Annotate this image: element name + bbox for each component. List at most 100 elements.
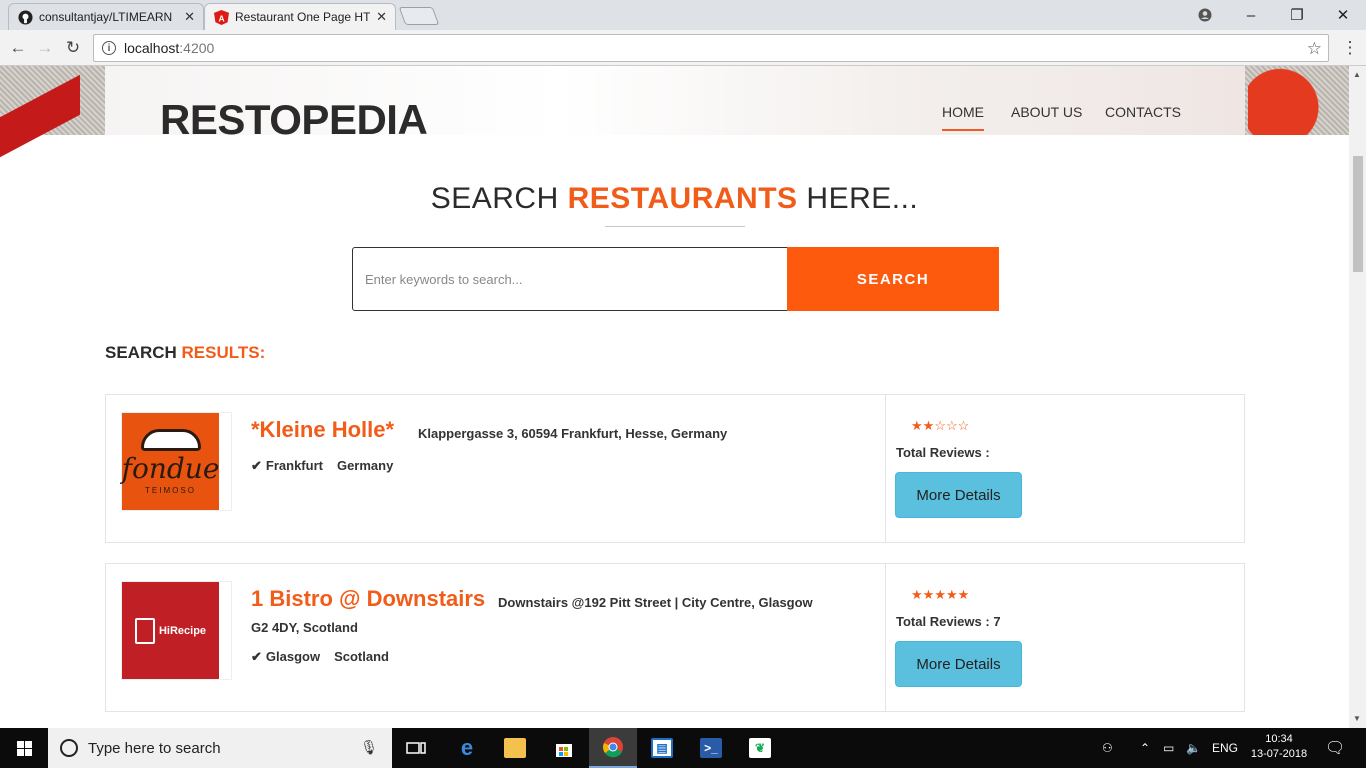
task-view-icon[interactable] (392, 728, 440, 768)
restaurant-card: fondue TEIMOSO *Kleine Holle* Klappergas… (105, 394, 1245, 543)
file-explorer-icon[interactable] (491, 728, 539, 768)
restaurant-logo[interactable]: HiRecipe (121, 581, 232, 680)
browser-tabstrip: consultantjay/LTIMEARN ✕ A Restaurant On… (0, 0, 1366, 30)
brand-logo[interactable]: RESTOPEDIA (160, 96, 428, 144)
search-title-pre: SEARCH (430, 182, 559, 215)
edge-icon[interactable]: e (443, 728, 491, 768)
rating-stars: ★★☆☆☆ (911, 418, 969, 434)
restaurant-logo[interactable]: fondue TEIMOSO (121, 412, 232, 511)
page-scrollbar[interactable]: ▲ ▼ (1349, 66, 1366, 728)
more-details-button[interactable]: More Details (895, 472, 1022, 518)
chef-hat-icon (140, 428, 201, 451)
more-details-button[interactable]: More Details (895, 641, 1022, 687)
total-reviews-count: 7 (993, 614, 1001, 629)
language-indicator[interactable]: ENG (1212, 728, 1238, 768)
network-icon[interactable]: ▭ (1163, 728, 1174, 768)
cortana-icon (60, 739, 78, 757)
mongodb-icon[interactable]: ❦ (736, 728, 784, 768)
fondue-logo: fondue TEIMOSO (122, 413, 219, 510)
nav-about-us[interactable]: ABOUT US (1011, 104, 1082, 120)
clock-date: 13-07-2018 (1250, 748, 1308, 760)
results-heading-pre: SEARCH (105, 343, 177, 362)
restaurant-location: ✔ Frankfurt Germany (251, 458, 393, 474)
bookmark-star-icon[interactable]: ☆ (1307, 39, 1322, 59)
store-icon[interactable] (540, 728, 588, 768)
start-button[interactable] (0, 728, 48, 768)
site-info-icon[interactable]: i (102, 41, 116, 55)
windows-logo-icon (16, 740, 32, 756)
powershell-icon[interactable]: >_ (687, 728, 735, 768)
taskbar-clock[interactable]: 10:34 13-07-2018 (1246, 732, 1312, 762)
tab-close-icon[interactable]: ✕ (184, 9, 195, 25)
restaurant-location: ✔ Glasgow Scotland (251, 649, 389, 665)
restaurant-address: Downstairs @192 Pitt Street | City Centr… (498, 595, 813, 610)
search-title-highlight: RESTAURANTS (567, 182, 798, 215)
back-icon[interactable]: ← (6, 36, 30, 60)
restaurant-country: Germany (336, 458, 394, 473)
total-reviews-label: Total Reviews : (896, 445, 990, 460)
volume-icon[interactable]: 🔈 (1186, 728, 1201, 768)
restaurant-name[interactable]: 1 Bistro @ Downstairs (251, 586, 485, 612)
nav-home[interactable]: HOME (942, 104, 984, 131)
profile-icon[interactable] (1182, 0, 1228, 30)
new-tab-button[interactable] (398, 7, 440, 25)
app-window-icon[interactable]: ▤ (638, 728, 686, 768)
microphone-icon[interactable]: 🎙 (360, 739, 378, 756)
star-filled-icon: ★ (922, 418, 935, 433)
browser-tab-github[interactable]: consultantjay/LTIMEARN ✕ (8, 3, 204, 30)
restaurant-name[interactable]: *Kleine Holle* (251, 417, 394, 443)
logo-sub-text: TEIMOSO (145, 485, 196, 495)
url-host: localhost (124, 40, 180, 56)
results-heading: SEARCH RESULTS: (105, 343, 265, 363)
total-reviews-label: Total Reviews : (896, 614, 990, 629)
notifications-icon[interactable]: 🗨 (1325, 728, 1345, 768)
star-filled-icon: ★ (922, 587, 935, 602)
star-filled-icon: ★ (911, 418, 923, 433)
star-filled-icon: ★ (911, 587, 923, 602)
star-filled-icon: ★ (957, 587, 970, 602)
taskbar-search[interactable]: Type here to search 🎙 (48, 728, 392, 768)
minimize-icon[interactable]: – (1228, 0, 1274, 30)
forward-icon[interactable]: → (33, 36, 57, 60)
scrollbar-thumb[interactable] (1353, 156, 1363, 272)
menu-icon[interactable]: ⋮ (1338, 36, 1362, 60)
check-icon: ✔ (251, 649, 262, 664)
address-bar[interactable]: i localhost:4200 ☆ (93, 34, 1329, 62)
clock-time: 10:34 (1265, 733, 1293, 745)
title-underline (605, 226, 745, 227)
browser-toolbar: ← → ↻ i localhost:4200 ☆ ⋮ (0, 30, 1366, 66)
tab-title: consultantjay/LTIMEARN (39, 10, 173, 24)
scroll-down-icon[interactable]: ▼ (1353, 714, 1361, 723)
check-icon: ✔ (251, 458, 262, 473)
restaurant-city: Glasgow (265, 649, 321, 664)
logo-brand-text: fondue (121, 451, 220, 485)
tab-close-icon[interactable]: ✕ (376, 9, 387, 25)
window-close-icon[interactable]: ✕ (1320, 0, 1366, 30)
url-port: :4200 (179, 40, 215, 56)
restaurant-country: Scotland (334, 649, 389, 664)
star-empty-icon: ☆ (934, 418, 946, 433)
search-input[interactable] (352, 247, 788, 311)
svg-text:A: A (218, 13, 224, 23)
star-filled-icon: ★ (945, 587, 958, 602)
tab-title: Restaurant One Page HTM (235, 10, 371, 24)
browser-tab-restaurant[interactable]: A Restaurant One Page HTM ✕ (204, 3, 396, 30)
logo-brand: HiRecipe (134, 617, 206, 644)
restore-icon[interactable]: ❐ (1274, 0, 1320, 30)
nav-contacts[interactable]: CONTACTS (1105, 104, 1181, 120)
restaurant-card: HiRecipe 1 Bistro @ Downstairs Downstair… (105, 563, 1245, 712)
star-filled-icon: ★ (934, 587, 946, 602)
reload-icon[interactable]: ↻ (61, 36, 85, 60)
search-title: SEARCH RESTAURANTS HERE... (0, 182, 1349, 216)
scroll-up-icon[interactable]: ▲ (1353, 70, 1361, 79)
tray-expand-icon[interactable]: ⌃ (1140, 728, 1150, 768)
restaurant-city: Frankfurt (265, 458, 323, 473)
people-icon[interactable]: ⚇ (1102, 728, 1113, 768)
tomato-image (1248, 66, 1328, 135)
restaurant-address-line2: G2 4DY, Scotland (251, 620, 358, 635)
taskbar: Type here to search 🎙 e ▤ >_ ❦ ⚇ ⌃ ▭ 🔈 E… (0, 728, 1366, 768)
chrome-icon[interactable] (589, 728, 637, 768)
angular-icon: A (213, 9, 229, 25)
search-button[interactable]: SEARCH (787, 247, 999, 311)
hirecipe-logo: HiRecipe (122, 582, 219, 679)
